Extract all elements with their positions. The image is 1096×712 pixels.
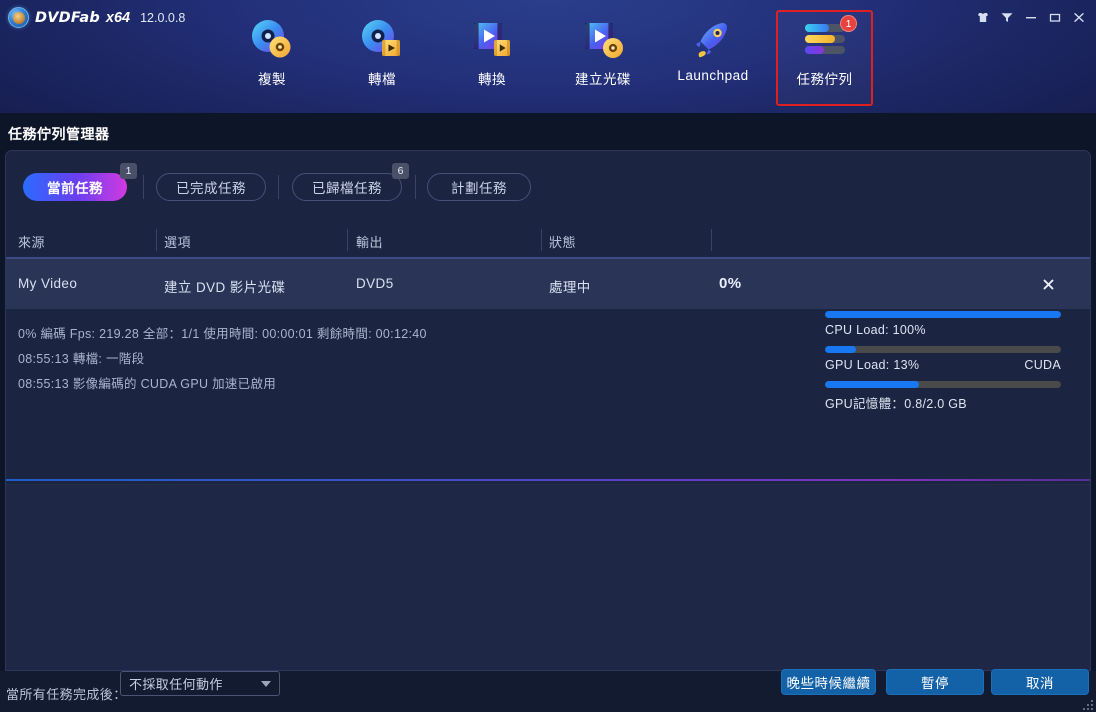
tab-current-tasks[interactable]: 當前任務	[23, 173, 127, 201]
tab-scheduled-tasks[interactable]: 計劃任務	[427, 173, 531, 201]
nav-label: 轉換	[478, 68, 506, 88]
pause-button[interactable]: 暫停	[886, 669, 984, 695]
button-label: 晚些時候繼續	[787, 672, 871, 692]
task-tabs: 當前任務 1 已完成任務 已歸檔任務 6 計劃任務	[6, 151, 1090, 221]
task-queue-panel: 當前任務 1 已完成任務 已歸檔任務 6 計劃任務 來源 選項 輸出	[5, 150, 1091, 671]
gpu-memory-meter: GPU記憶體：0.8/2.0 GB	[825, 381, 1061, 412]
button-label: 取消	[1026, 672, 1054, 692]
column-header-output: 輸出	[356, 232, 383, 251]
resume-later-button[interactable]: 晚些時候繼續	[781, 669, 876, 695]
cell-status: 處理中	[549, 276, 591, 296]
resize-grip[interactable]	[1079, 696, 1093, 710]
button-label: 暫停	[921, 672, 949, 692]
nav-label: Launchpad	[677, 68, 748, 83]
cpu-load-label: CPU Load: 100%	[825, 323, 926, 337]
tab-label: 已完成任務	[176, 177, 246, 197]
nav-label: 複製	[258, 68, 286, 88]
cell-progress: 0%	[719, 275, 741, 292]
gpu-engine-label: CUDA	[1024, 358, 1061, 372]
column-header-option: 選項	[164, 232, 191, 251]
cancel-button[interactable]: 取消	[991, 669, 1089, 695]
cpu-load-bar	[825, 311, 1061, 318]
after-all-tasks-label: 當所有任務完成後：	[6, 684, 127, 703]
tab-label: 計劃任務	[451, 177, 507, 197]
tab-label: 已歸檔任務	[312, 177, 382, 197]
page-title: 任務佇列管理器	[8, 124, 110, 144]
main-nav: 複製 轉檔	[0, 6, 1096, 110]
after-all-tasks-select[interactable]: 不採取任何動作	[120, 671, 280, 696]
column-header-source: 來源	[18, 232, 45, 251]
task-table-header: 來源 選項 輸出 狀態	[6, 221, 1090, 259]
column-header-status: 狀態	[549, 232, 576, 251]
cpu-load-meter: CPU Load: 100%	[825, 311, 1061, 337]
nav-label: 轉檔	[368, 68, 396, 88]
close-task-icon[interactable]	[1036, 272, 1060, 296]
log-line: 08:55:13 轉檔: 一階段	[18, 348, 144, 367]
tab-archived-tasks[interactable]: 已歸檔任務	[292, 173, 402, 201]
gpu-load-label: GPU Load: 13%	[825, 358, 919, 372]
video-converter-icon	[466, 14, 518, 66]
cell-option: 建立 DVD 影片光碟	[164, 276, 285, 296]
cell-output: DVD5	[356, 276, 394, 291]
after-all-tasks-value: 不採取任何動作	[129, 674, 223, 693]
table-row[interactable]: My Video 建立 DVD 影片光碟 DVD5 處理中 0%	[6, 259, 1090, 309]
empty-task-area	[6, 485, 1090, 671]
gpu-memory-label: GPU記憶體：0.8/2.0 GB	[825, 393, 967, 412]
tab-completed-tasks[interactable]: 已完成任務	[156, 173, 266, 201]
log-line: 08:55:13 影像編碼的 CUDA GPU 加速已啟用	[18, 373, 276, 392]
log-line: 0% 編碼 Fps: 219.28 全部：1/1 使用時間: 00:00:01 …	[18, 323, 427, 342]
nav-item-copy[interactable]: 複製	[224, 14, 320, 104]
tab-archived-tasks-badge: 6	[392, 163, 409, 179]
nav-item-ripper[interactable]: 轉檔	[334, 14, 430, 104]
nav-item-converter[interactable]: 轉換	[444, 14, 540, 104]
gpu-load-bar	[825, 346, 1061, 353]
disc-copy-icon	[246, 14, 298, 66]
nav-item-creator[interactable]: 建立光碟	[555, 14, 651, 104]
app-header: DVDFab x64 12.0.0.8	[0, 0, 1096, 113]
disc-ripper-icon	[356, 14, 408, 66]
panel-divider	[6, 479, 1090, 481]
chevron-down-icon	[261, 681, 271, 687]
dvdfab-window: DVDFab x64 12.0.0.8	[0, 0, 1096, 712]
rocket-icon	[687, 14, 739, 66]
nav-item-task-queue[interactable]: 1 任	[776, 10, 873, 106]
cell-source: My Video	[18, 276, 77, 291]
gpu-load-meter: GPU Load: 13% CUDA	[825, 346, 1061, 372]
resource-meters: CPU Load: 100% GPU Load: 13% CUDA GPU	[825, 311, 1061, 421]
nav-label: 任務佇列	[797, 68, 853, 88]
nav-label: 建立光碟	[575, 68, 631, 88]
tab-current-tasks-badge: 1	[120, 163, 137, 179]
nav-item-launchpad[interactable]: Launchpad	[665, 14, 761, 104]
tab-label: 當前任務	[47, 177, 103, 197]
gpu-memory-bar	[825, 381, 1061, 388]
creator-disc-icon	[577, 14, 629, 66]
task-queue-count-badge: 1	[840, 15, 857, 32]
